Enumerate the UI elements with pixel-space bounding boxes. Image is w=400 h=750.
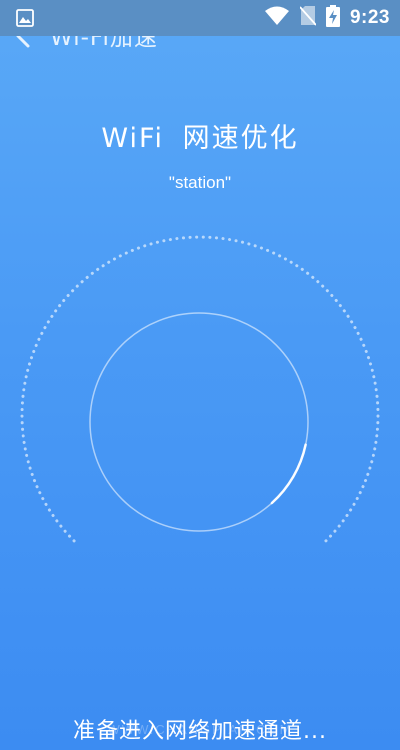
status-message: 准备进入网络加速通道... xyxy=(73,719,327,744)
headline: WiFi 网速优化 xyxy=(101,123,299,154)
network-name: "station" xyxy=(168,173,232,192)
outer-dotted-arc xyxy=(20,235,380,543)
battery-charging-icon xyxy=(325,5,340,31)
app-screen: Wi-Fi加速 9:23 WiFi 网速优化 "station" WWW.CHA… xyxy=(0,0,400,750)
clock: 9:23 xyxy=(349,7,390,28)
progress-arc xyxy=(270,443,307,505)
image-icon xyxy=(16,9,34,27)
status-bar: 9:23 xyxy=(0,0,400,36)
no-sim-icon xyxy=(299,6,317,30)
wifi-icon xyxy=(264,6,290,30)
speed-dial xyxy=(20,235,380,543)
